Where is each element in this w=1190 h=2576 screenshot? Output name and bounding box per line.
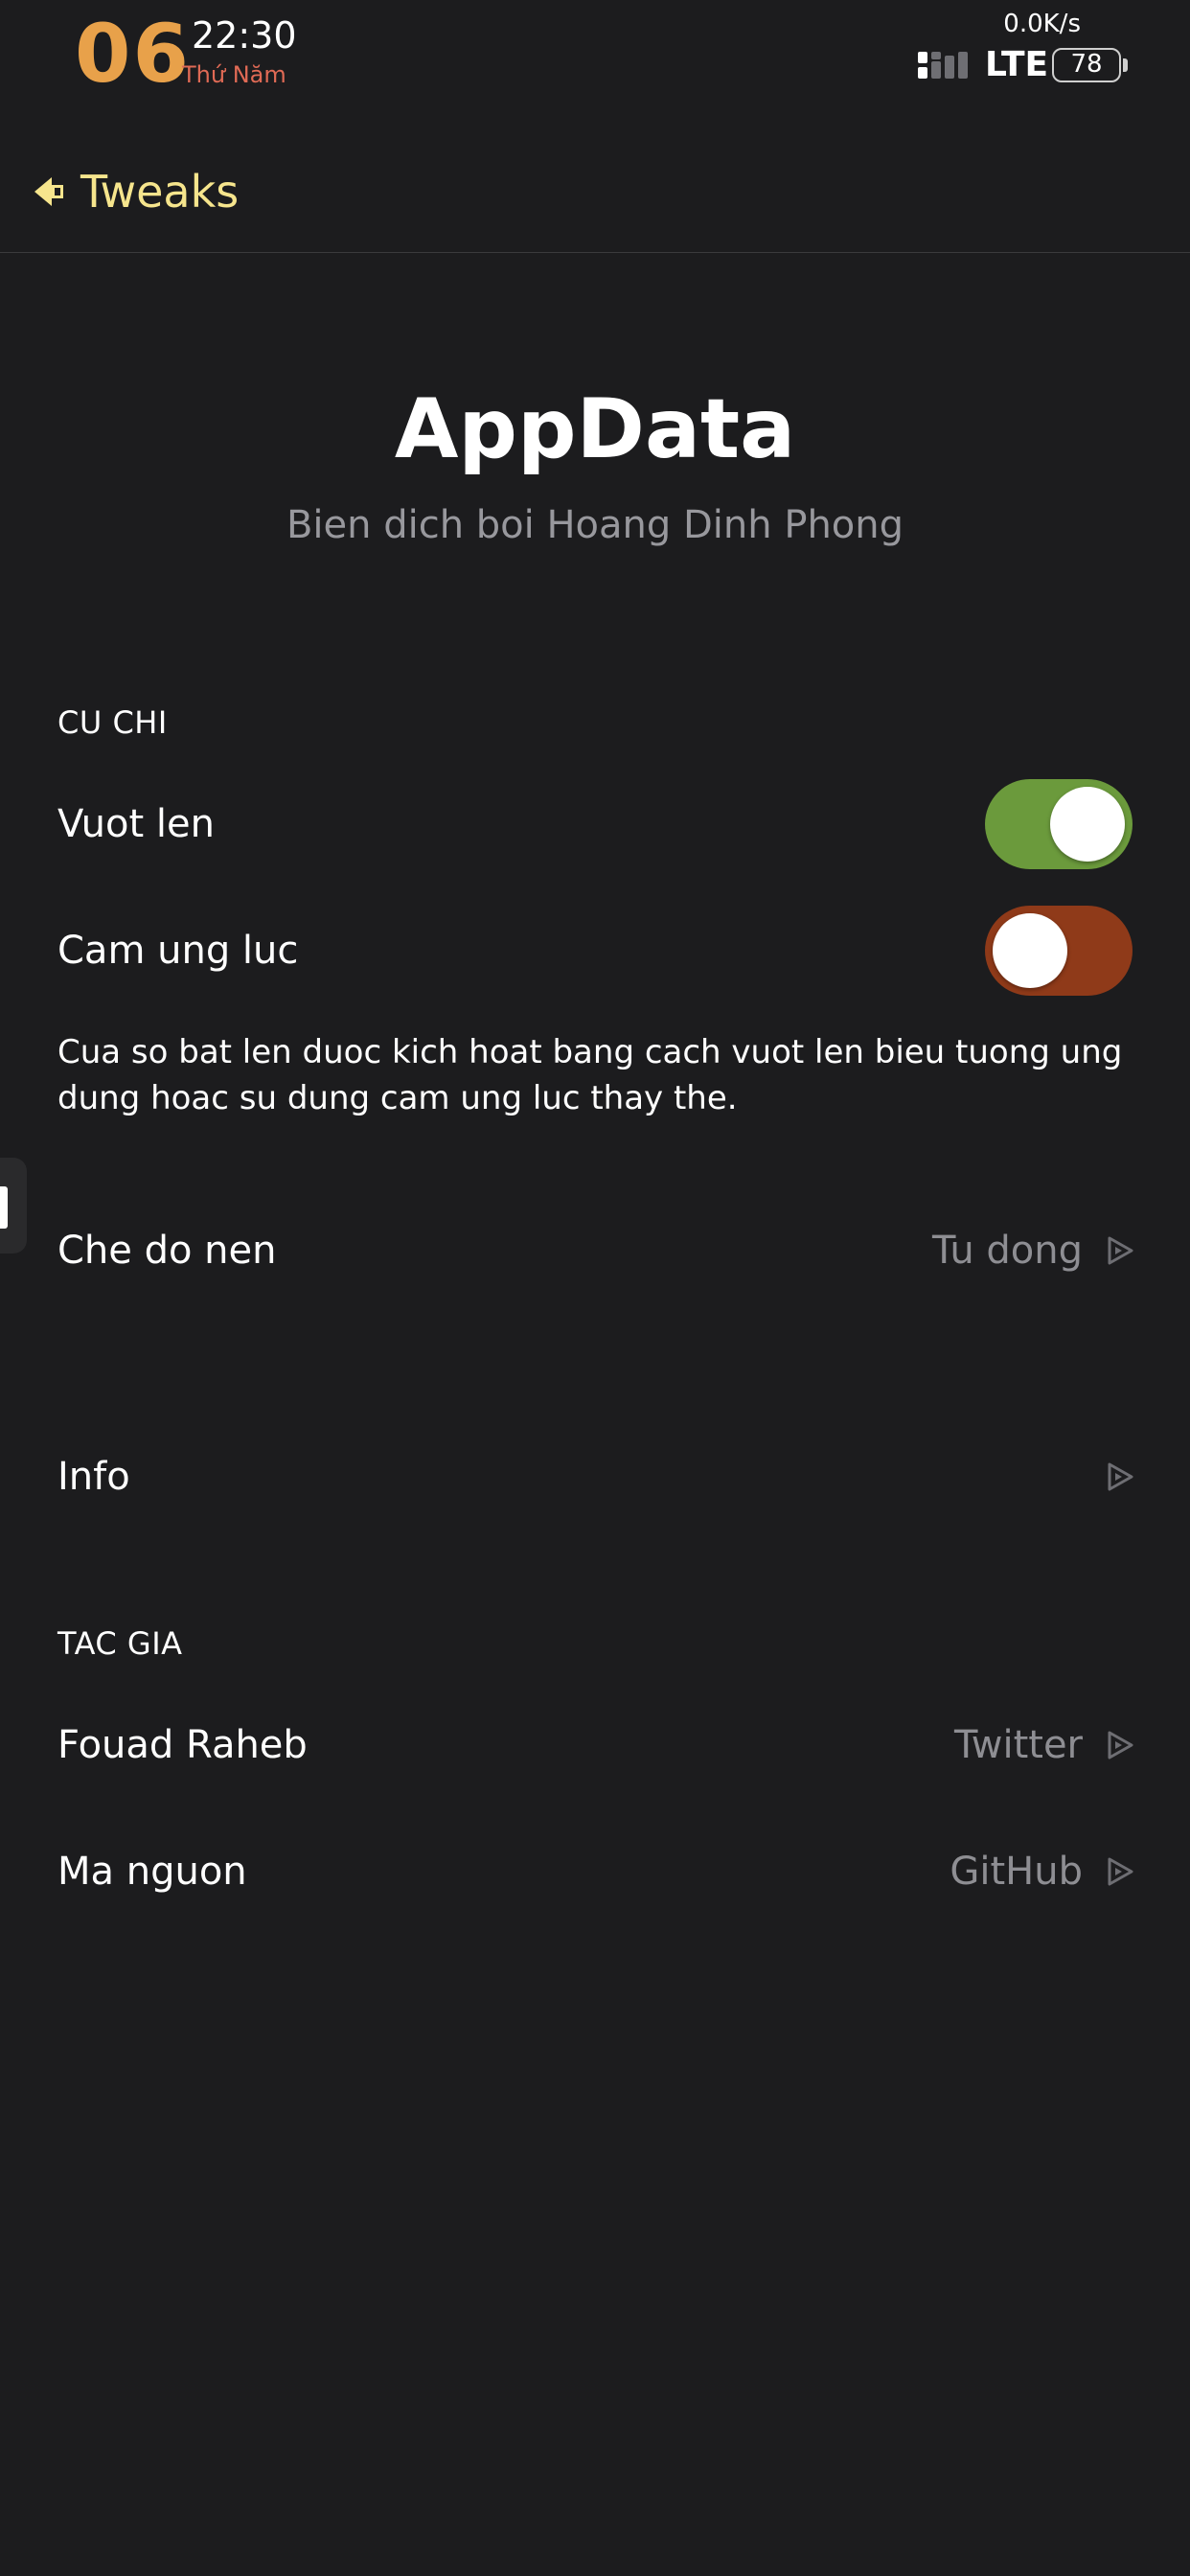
row-background-mode[interactable]: Che do nen Tu dong xyxy=(0,1198,1190,1303)
chevron-right-icon xyxy=(1108,1857,1133,1886)
chevron-right-icon xyxy=(1108,1731,1133,1760)
swipe-up-label: Vuot len xyxy=(57,802,215,846)
network-speed: 0.0K/s xyxy=(1003,10,1081,38)
gestures-footer-note: Cua so bat len duoc kich hoat bang cach … xyxy=(57,1033,1123,1117)
source-github-value: GitHub xyxy=(950,1850,1083,1894)
info-label: Info xyxy=(57,1455,130,1499)
toggle-knob xyxy=(993,913,1067,988)
toggle-knob xyxy=(1050,787,1125,862)
battery-icon: 78 xyxy=(1052,48,1121,82)
background-mode-label: Che do nen xyxy=(57,1229,277,1273)
chevron-right-icon xyxy=(1108,1462,1133,1491)
battery-level: 78 xyxy=(1070,50,1103,79)
clock-day: 06 xyxy=(75,7,191,101)
swipe-up-toggle[interactable] xyxy=(985,779,1133,869)
back-label: Tweaks xyxy=(80,166,240,218)
section-header-gestures: CU CHI xyxy=(57,704,168,741)
page-subtitle: Bien dich boi Hoang Dinh Phong xyxy=(286,503,904,547)
nav-bar: Tweaks xyxy=(0,144,1190,253)
clock-weekday: Thứ Năm xyxy=(182,61,286,88)
status-bar: 06 22:30 Thứ Năm 0.0K/s LTE 78 xyxy=(0,0,1190,125)
network-type: LTE xyxy=(985,45,1049,84)
back-arrow-icon xyxy=(34,177,63,206)
back-button[interactable]: Tweaks xyxy=(31,163,239,220)
battery-tip xyxy=(1123,58,1128,72)
row-swipe-up: Vuot len xyxy=(0,771,1190,877)
row-source-code[interactable]: Ma nguon GitHub xyxy=(0,1819,1190,1924)
side-handle-bar xyxy=(0,1186,8,1229)
signal-strength-icon xyxy=(918,52,968,79)
background-mode-value: Tu dong xyxy=(931,1229,1083,1273)
author-name-label: Fouad Raheb xyxy=(57,1723,308,1767)
side-drawer-handle[interactable] xyxy=(0,1158,27,1254)
source-code-label: Ma nguon xyxy=(57,1850,247,1894)
row-info[interactable]: Info xyxy=(0,1424,1190,1530)
author-twitter-value: Twitter xyxy=(953,1723,1083,1767)
force-touch-label: Cam ung luc xyxy=(57,929,299,973)
chevron-right-icon xyxy=(1108,1236,1133,1265)
row-author-name[interactable]: Fouad Raheb Twitter xyxy=(0,1692,1190,1798)
row-force-touch: Cam ung luc xyxy=(0,898,1190,1003)
page-title: AppData xyxy=(394,381,796,477)
force-touch-toggle[interactable] xyxy=(985,906,1133,996)
section-header-author: TAC GIA xyxy=(57,1625,183,1662)
clock-time: 22:30 xyxy=(192,14,297,57)
